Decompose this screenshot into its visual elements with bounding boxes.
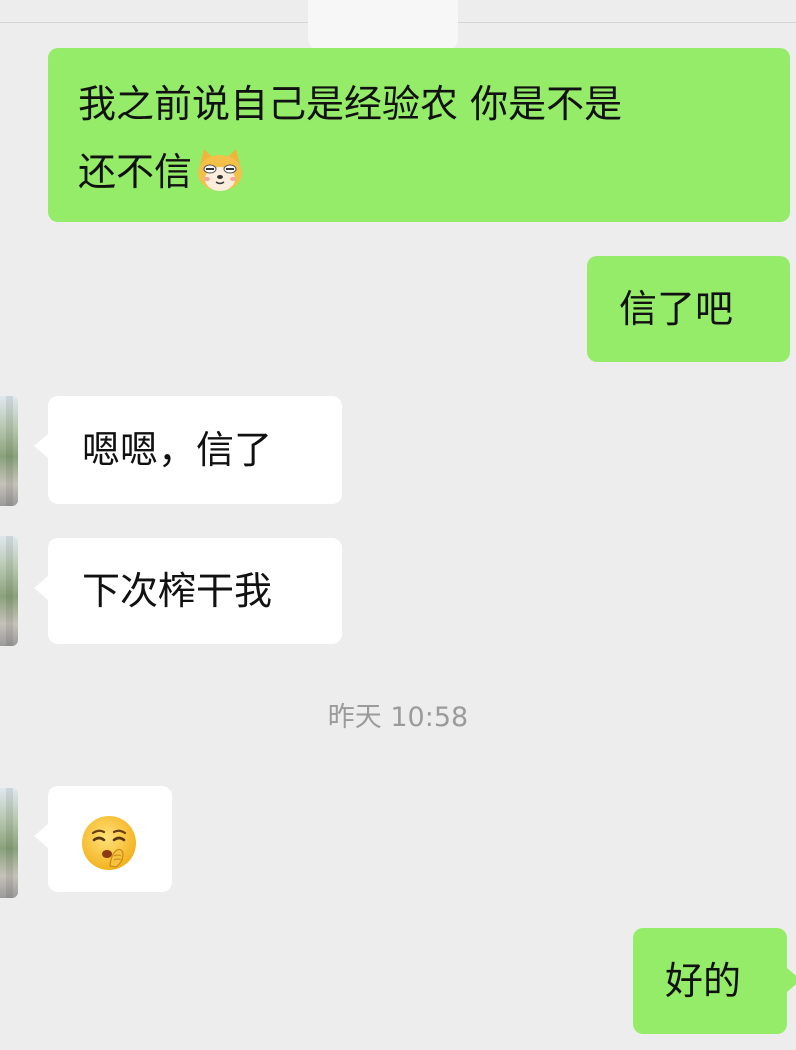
message-text: 嗯嗯，信了	[82, 428, 273, 472]
doge-icon	[194, 146, 246, 192]
message-text: 好的	[665, 959, 742, 1003]
message-text: 我之前说自己是经验农 你是不是	[78, 82, 623, 126]
message-text: 下次榨干我	[82, 569, 273, 613]
message-bubble-incoming[interactable]: 下次榨干我	[34, 538, 342, 644]
message-bubble-incoming[interactable]	[34, 786, 172, 892]
message-bubble-outgoing[interactable]: 我之前说自己是经验农 你是不是 还不信	[48, 48, 790, 222]
avatar[interactable]	[0, 788, 18, 898]
avatar[interactable]	[0, 536, 18, 646]
screen-glare	[308, 0, 458, 52]
message-text: 信了吧	[619, 287, 734, 331]
message-bubble-incoming[interactable]: 嗯嗯，信了	[34, 396, 342, 504]
message-bubble-outgoing[interactable]: 信了吧	[587, 256, 790, 362]
shushing-face-icon	[80, 814, 138, 872]
chat-view: 我之前说自己是经验农 你是不是 还不信 信了吧 嗯嗯，信了 下次榨干我 昨天 1…	[0, 0, 796, 1050]
message-text: 还不信	[78, 150, 193, 194]
message-timestamp: 昨天 10:58	[327, 702, 469, 733]
avatar[interactable]	[0, 396, 18, 506]
message-bubble-outgoing[interactable]: 好的	[633, 928, 796, 1034]
